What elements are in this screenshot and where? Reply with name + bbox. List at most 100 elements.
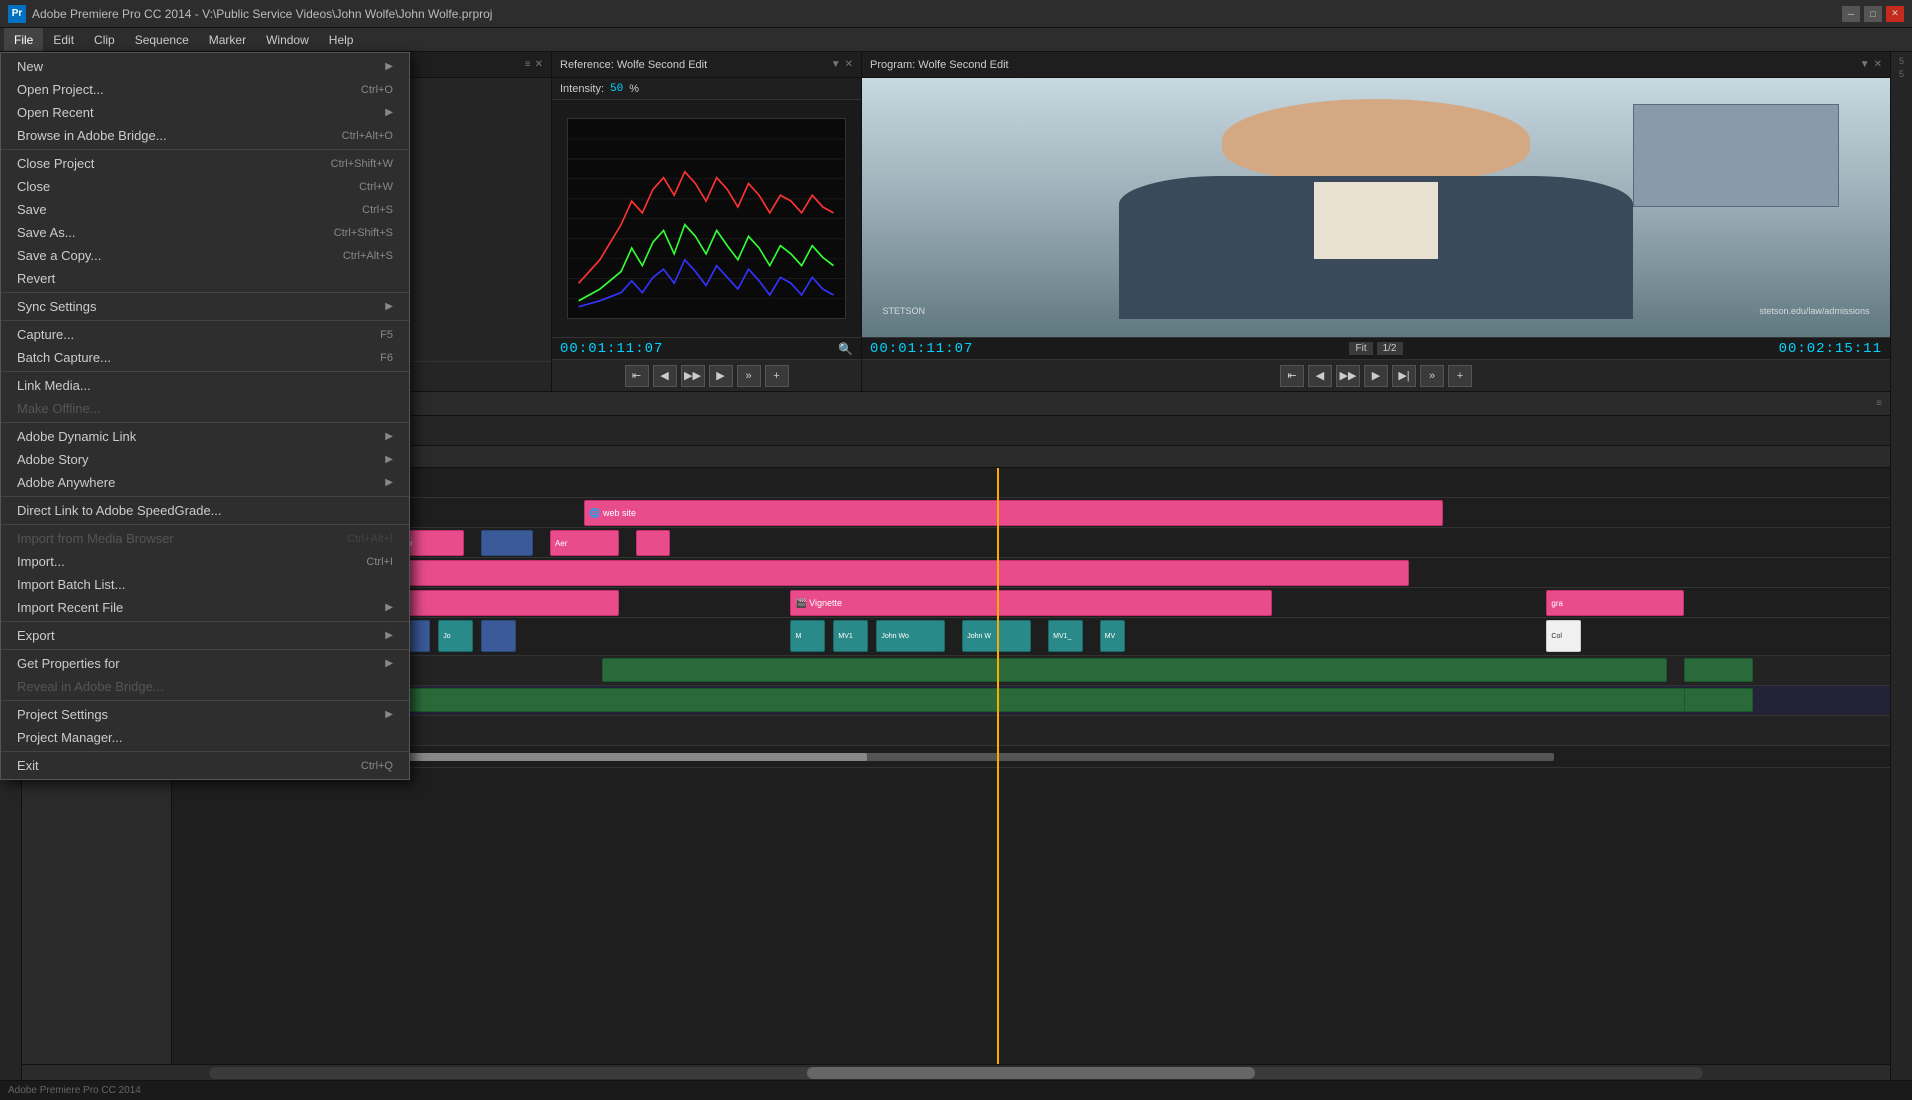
menu-sync-settings[interactable]: Sync Settings ▶: [1, 295, 409, 318]
track-row-a3: [172, 716, 1890, 746]
audio-clip-a1-end[interactable]: [1684, 658, 1753, 682]
waveform-display: [567, 118, 845, 319]
menu-project-settings[interactable]: Project Settings ▶: [1, 703, 409, 726]
menu-project-manager[interactable]: Project Manager...: [1, 726, 409, 749]
menu-open-recent[interactable]: Open Recent ▶: [1, 101, 409, 124]
menu-export[interactable]: Export ▶: [1, 624, 409, 647]
menu-adobe-anywhere[interactable]: Adobe Anywhere ▶: [1, 471, 409, 494]
ref-settings-icon[interactable]: ▼: [831, 59, 841, 70]
person-head: [1222, 99, 1530, 182]
panel-menu-icon[interactable]: ≡: [525, 59, 531, 70]
menu-file[interactable]: File: [4, 28, 43, 51]
menu-close[interactable]: Close Ctrl+W: [1, 175, 409, 198]
audio-clip-a2-main[interactable]: [309, 688, 1718, 712]
menu-exit[interactable]: Exit Ctrl+Q: [1, 754, 409, 777]
menu-section-link: Link Media... Make Offline...: [1, 372, 409, 423]
menu-adobe-dynamic-link[interactable]: Adobe Dynamic Link ▶: [1, 425, 409, 448]
menu-save-as[interactable]: Save As... Ctrl+Shift+S: [1, 221, 409, 244]
menu-adobe-story[interactable]: Adobe Story ▶: [1, 448, 409, 471]
program-monitor-title: Program: Wolfe Second Edit: [870, 59, 1860, 71]
timeline-scroll[interactable]: [22, 1064, 1890, 1080]
prog-step-back[interactable]: ◀: [1308, 365, 1332, 387]
right-panel-2: 5: [1899, 69, 1904, 79]
clip-v4-aer3[interactable]: Aer: [550, 530, 619, 556]
timeline-menu-icon[interactable]: ≡: [1876, 398, 1882, 409]
clip-v1-john4[interactable]: John W: [962, 620, 1031, 652]
panel-close-icon[interactable]: ✕: [535, 59, 543, 70]
menu-close-project[interactable]: Close Project Ctrl+Shift+W: [1, 152, 409, 175]
prog-play-stop[interactable]: ▶▶: [1336, 365, 1360, 387]
menu-browse-bridge[interactable]: Browse in Adobe Bridge... Ctrl+Alt+O: [1, 124, 409, 147]
prog-more[interactable]: »: [1420, 365, 1444, 387]
intensity-label: Intensity:: [560, 83, 604, 95]
close-button[interactable]: ✕: [1886, 6, 1904, 22]
minimize-button[interactable]: ─: [1842, 6, 1860, 22]
menu-link-media[interactable]: Link Media...: [1, 374, 409, 397]
audio-clip-a1-main[interactable]: [602, 658, 1667, 682]
menu-edit[interactable]: Edit: [43, 28, 84, 51]
prog-settings-icon[interactable]: ▼: [1860, 59, 1870, 70]
fit-label[interactable]: Fit: [1349, 342, 1372, 355]
menu-open-project[interactable]: Open Project... Ctrl+O: [1, 78, 409, 101]
menu-get-properties[interactable]: Get Properties for ▶: [1, 652, 409, 675]
ref-go-prev-edit[interactable]: ⇤: [625, 365, 649, 387]
clip-v1-dark2[interactable]: [481, 620, 515, 652]
menu-section-export: Export ▶: [1, 622, 409, 650]
clip-v1-mv1c[interactable]: MV1_: [1048, 620, 1082, 652]
scrollbar-thumb[interactable]: [807, 1067, 1255, 1079]
clip-v2-gra[interactable]: gra: [1546, 590, 1683, 616]
clip-v1-jo[interactable]: Jo: [438, 620, 472, 652]
ref-step-fwd[interactable]: ▶: [709, 365, 733, 387]
menu-help[interactable]: Help: [319, 28, 364, 51]
prog-go-prev-edit[interactable]: ⇤: [1280, 365, 1304, 387]
clip-v1-m1[interactable]: M: [790, 620, 824, 652]
program-transport: ⇤ ◀ ▶▶ ▶ ▶| » +: [862, 359, 1890, 391]
clip-v1-white[interactable]: Col: [1546, 620, 1580, 652]
audio-clip-a2-end[interactable]: [1684, 688, 1753, 712]
menu-batch-capture[interactable]: Batch Capture... F6: [1, 346, 409, 369]
ratio-label[interactable]: 1/2: [1377, 342, 1403, 355]
program-monitor-controls: ▼ ✕: [1860, 59, 1882, 70]
menu-section-exit: Exit Ctrl+Q: [1, 752, 409, 779]
ref-add-marker[interactable]: +: [765, 365, 789, 387]
prog-close-icon[interactable]: ✕: [1874, 59, 1882, 70]
menu-save[interactable]: Save Ctrl+S: [1, 198, 409, 221]
menu-capture[interactable]: Capture... F5: [1, 323, 409, 346]
clip-v1-mv1b[interactable]: MV1: [833, 620, 867, 652]
menu-speedgrade[interactable]: Direct Link to Adobe SpeedGrade...: [1, 499, 409, 522]
ref-play-stop[interactable]: ▶▶: [681, 365, 705, 387]
reference-zoom-icon[interactable]: 🔍: [838, 342, 853, 356]
clip-v1-mv2[interactable]: MV: [1100, 620, 1126, 652]
menu-save-copy[interactable]: Save a Copy... Ctrl+Alt+S: [1, 244, 409, 267]
ref-step-back[interactable]: ◀: [653, 365, 677, 387]
prog-step-fwd[interactable]: ▶: [1364, 365, 1388, 387]
clip-v2-vignette2[interactable]: 🎬 Vignette: [790, 590, 1271, 616]
ref-close-icon[interactable]: ✕: [845, 59, 853, 70]
menu-window[interactable]: Window: [256, 28, 319, 51]
menu-sequence[interactable]: Sequence: [125, 28, 199, 51]
clip-v4-dark1[interactable]: [481, 530, 533, 556]
track-row-v3: 🎬 Inv 🎬 stetson bug: [172, 558, 1890, 588]
menu-revert[interactable]: Revert: [1, 267, 409, 290]
menu-import-batch-list[interactable]: Import Batch List...: [1, 573, 409, 596]
menu-section-speedgrade: Direct Link to Adobe SpeedGrade...: [1, 497, 409, 525]
clip-v1-john3[interactable]: John Wo: [876, 620, 945, 652]
prog-add-marker[interactable]: +: [1448, 365, 1472, 387]
menu-new[interactable]: New ▶: [1, 55, 409, 78]
menu-marker[interactable]: Marker: [199, 28, 256, 51]
maximize-button[interactable]: □: [1864, 6, 1882, 22]
clip-v5-website[interactable]: 🌐 web site: [584, 500, 1443, 526]
clip-v3-stetson-bug[interactable]: 🎬 stetson bug: [344, 560, 1409, 586]
menu-import[interactable]: Import... Ctrl+I: [1, 550, 409, 573]
timeline-scrollbar[interactable]: [209, 1067, 1703, 1079]
bg-element: [1633, 104, 1839, 208]
clip-v4-small[interactable]: [636, 530, 670, 556]
track-row-a2: 🎵 🎵: [172, 686, 1890, 716]
ref-more[interactable]: »: [737, 365, 761, 387]
menu-import-recent-file[interactable]: Import Recent File ▶: [1, 596, 409, 619]
menu-clip[interactable]: Clip: [84, 28, 125, 51]
program-monitor-screen: STETSON stetson.edu/law/admissions: [862, 78, 1890, 337]
reference-monitor-controls: ▼ ✕: [831, 59, 853, 70]
prog-go-next-edit[interactable]: ▶|: [1392, 365, 1416, 387]
program-duration: 00:02:15:11: [1779, 341, 1882, 357]
